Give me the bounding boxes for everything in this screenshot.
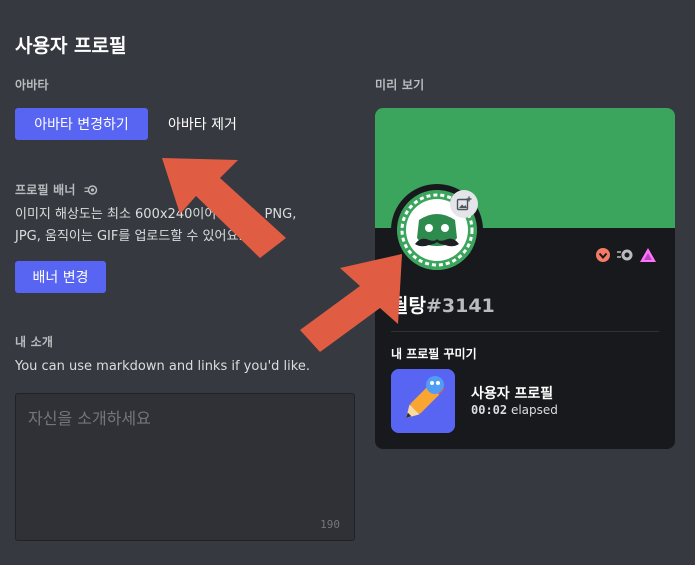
preview-section-label: 미리 보기 [375,78,425,92]
bio-placeholder: 자신을 소개하세요 [28,409,151,428]
profile-username: 뒬탕#3141 [391,291,495,318]
profile-preview-card: 뒬탕#3141 내 프로필 꾸미기 사용자 프로필 00:02 elapsed [375,108,675,449]
activity-time: 00:02 elapsed [471,403,558,417]
badges [595,247,657,263]
bio-hint: You can use markdown and links if you'd … [15,359,310,374]
nitro-icon [84,184,98,198]
activity-elapsed-suffix: elapsed [510,403,558,417]
activity-image [391,369,455,433]
annotation-arrow-avatar-button [162,158,286,258]
change-avatar-button[interactable]: 아바타 변경하기 [15,108,148,140]
banner-label-text: 프로필 배너 [15,183,76,197]
banner-section-label: 프로필 배너 [15,181,98,198]
bio-section-label: 내 소개 [15,335,54,349]
nitro-badge-icon[interactable] [616,248,634,262]
bio-input[interactable]: 자신을 소개하세요 190 [15,393,355,541]
remove-avatar-button[interactable]: 아바타 제거 [168,108,237,140]
page-title: 사용자 프로필 [15,35,127,57]
change-banner-button[interactable]: 배너 변경 [15,261,106,293]
avatar-section-label: 아바타 [15,78,49,92]
hypesquad-icon[interactable] [595,247,611,263]
annotation-arrow-avatar-preview [300,254,402,352]
discriminator: #3141 [425,295,495,317]
boost-badge-icon[interactable] [639,247,657,263]
pencil-icon [391,369,455,433]
card-divider [391,331,659,332]
activity-title: 사용자 프로필 [471,386,554,402]
image-add-icon[interactable] [450,190,478,218]
activity-elapsed-time: 00:02 [471,403,508,417]
bio-character-counter: 190 [320,518,340,531]
